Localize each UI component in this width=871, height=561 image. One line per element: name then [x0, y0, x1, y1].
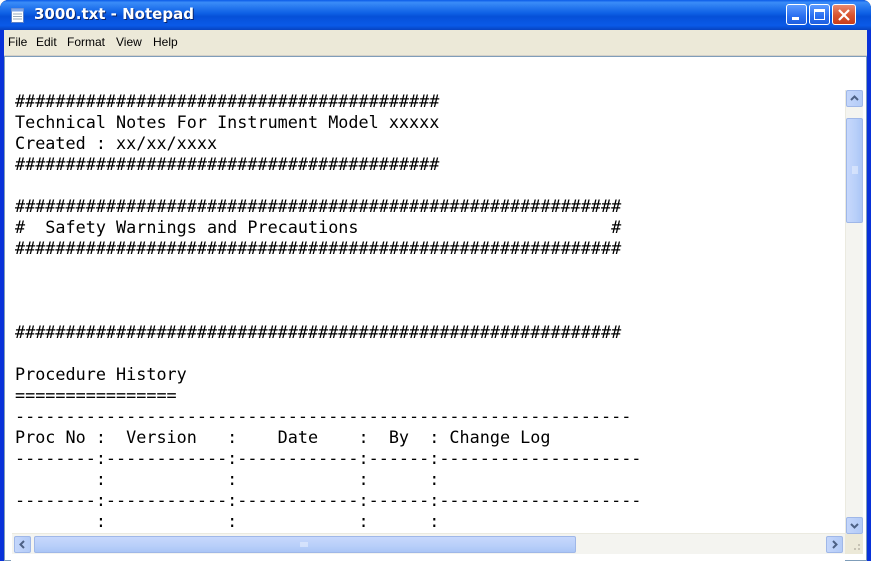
scroll-right-button[interactable]	[826, 536, 843, 553]
resize-grip[interactable]	[845, 534, 863, 554]
maximize-icon	[814, 9, 825, 20]
window-title: 3000.txt - Notepad	[34, 5, 194, 23]
notepad-window: 3000.txt - Notepad File Edit Format View…	[0, 0, 871, 561]
text-line: # Safety Warnings and Precautions #	[15, 217, 622, 237]
window-frame-right	[867, 30, 871, 561]
grip-icon	[852, 166, 858, 174]
maximize-button[interactable]	[809, 4, 830, 25]
chevron-up-icon	[850, 95, 859, 101]
text-line: Created : xx/xx/xxxx	[15, 133, 218, 153]
close-button[interactable]	[832, 4, 856, 25]
text-line: ########################################…	[15, 91, 440, 111]
notepad-icon[interactable]	[11, 8, 24, 23]
text-line: Procedure History	[15, 364, 187, 384]
scroll-left-button[interactable]	[14, 536, 31, 553]
chevron-down-icon	[850, 523, 859, 529]
text-line: : : : :	[15, 469, 440, 489]
text-line: ----------------------------------------…	[15, 406, 632, 426]
text-editor[interactable]: ########################################…	[11, 91, 845, 561]
text-line: ########################################…	[15, 196, 622, 216]
menu-view[interactable]: View	[116, 35, 142, 49]
text-line: --------:------------:------------:-----…	[15, 490, 642, 510]
minimize-icon	[792, 17, 799, 20]
chevron-left-icon	[19, 540, 25, 549]
text-line: Proc No : Version : Date : By : Change L…	[15, 427, 551, 447]
title-bar[interactable]: 3000.txt - Notepad	[0, 0, 871, 30]
text-line: ########################################…	[15, 238, 622, 258]
scroll-up-button[interactable]	[846, 90, 863, 107]
horizontal-scrollbar[interactable]	[12, 533, 845, 554]
text-line: ########################################…	[15, 322, 622, 342]
minimize-button[interactable]	[786, 4, 807, 25]
menu-edit[interactable]: Edit	[36, 35, 57, 49]
grip-icon	[300, 542, 308, 547]
text-line: --------:------------:------------:-----…	[15, 448, 642, 468]
menu-format[interactable]: Format	[67, 35, 105, 49]
menu-help[interactable]: Help	[153, 35, 178, 49]
scroll-down-button[interactable]	[846, 517, 863, 534]
text-line: ================	[15, 385, 177, 405]
text-line: : : : :	[15, 511, 440, 531]
close-icon	[838, 9, 850, 21]
vertical-scrollbar[interactable]	[845, 90, 863, 534]
text-line: Technical Notes For Instrument Model xxx…	[15, 112, 440, 132]
resize-grip-icon	[854, 544, 860, 550]
chevron-right-icon	[832, 540, 838, 549]
horizontal-scroll-thumb[interactable]	[34, 536, 576, 553]
vertical-scroll-thumb[interactable]	[846, 118, 863, 223]
text-line: ########################################…	[15, 154, 440, 174]
menu-file[interactable]: File	[8, 35, 27, 49]
menu-bar: File Edit Format View Help	[4, 30, 867, 56]
